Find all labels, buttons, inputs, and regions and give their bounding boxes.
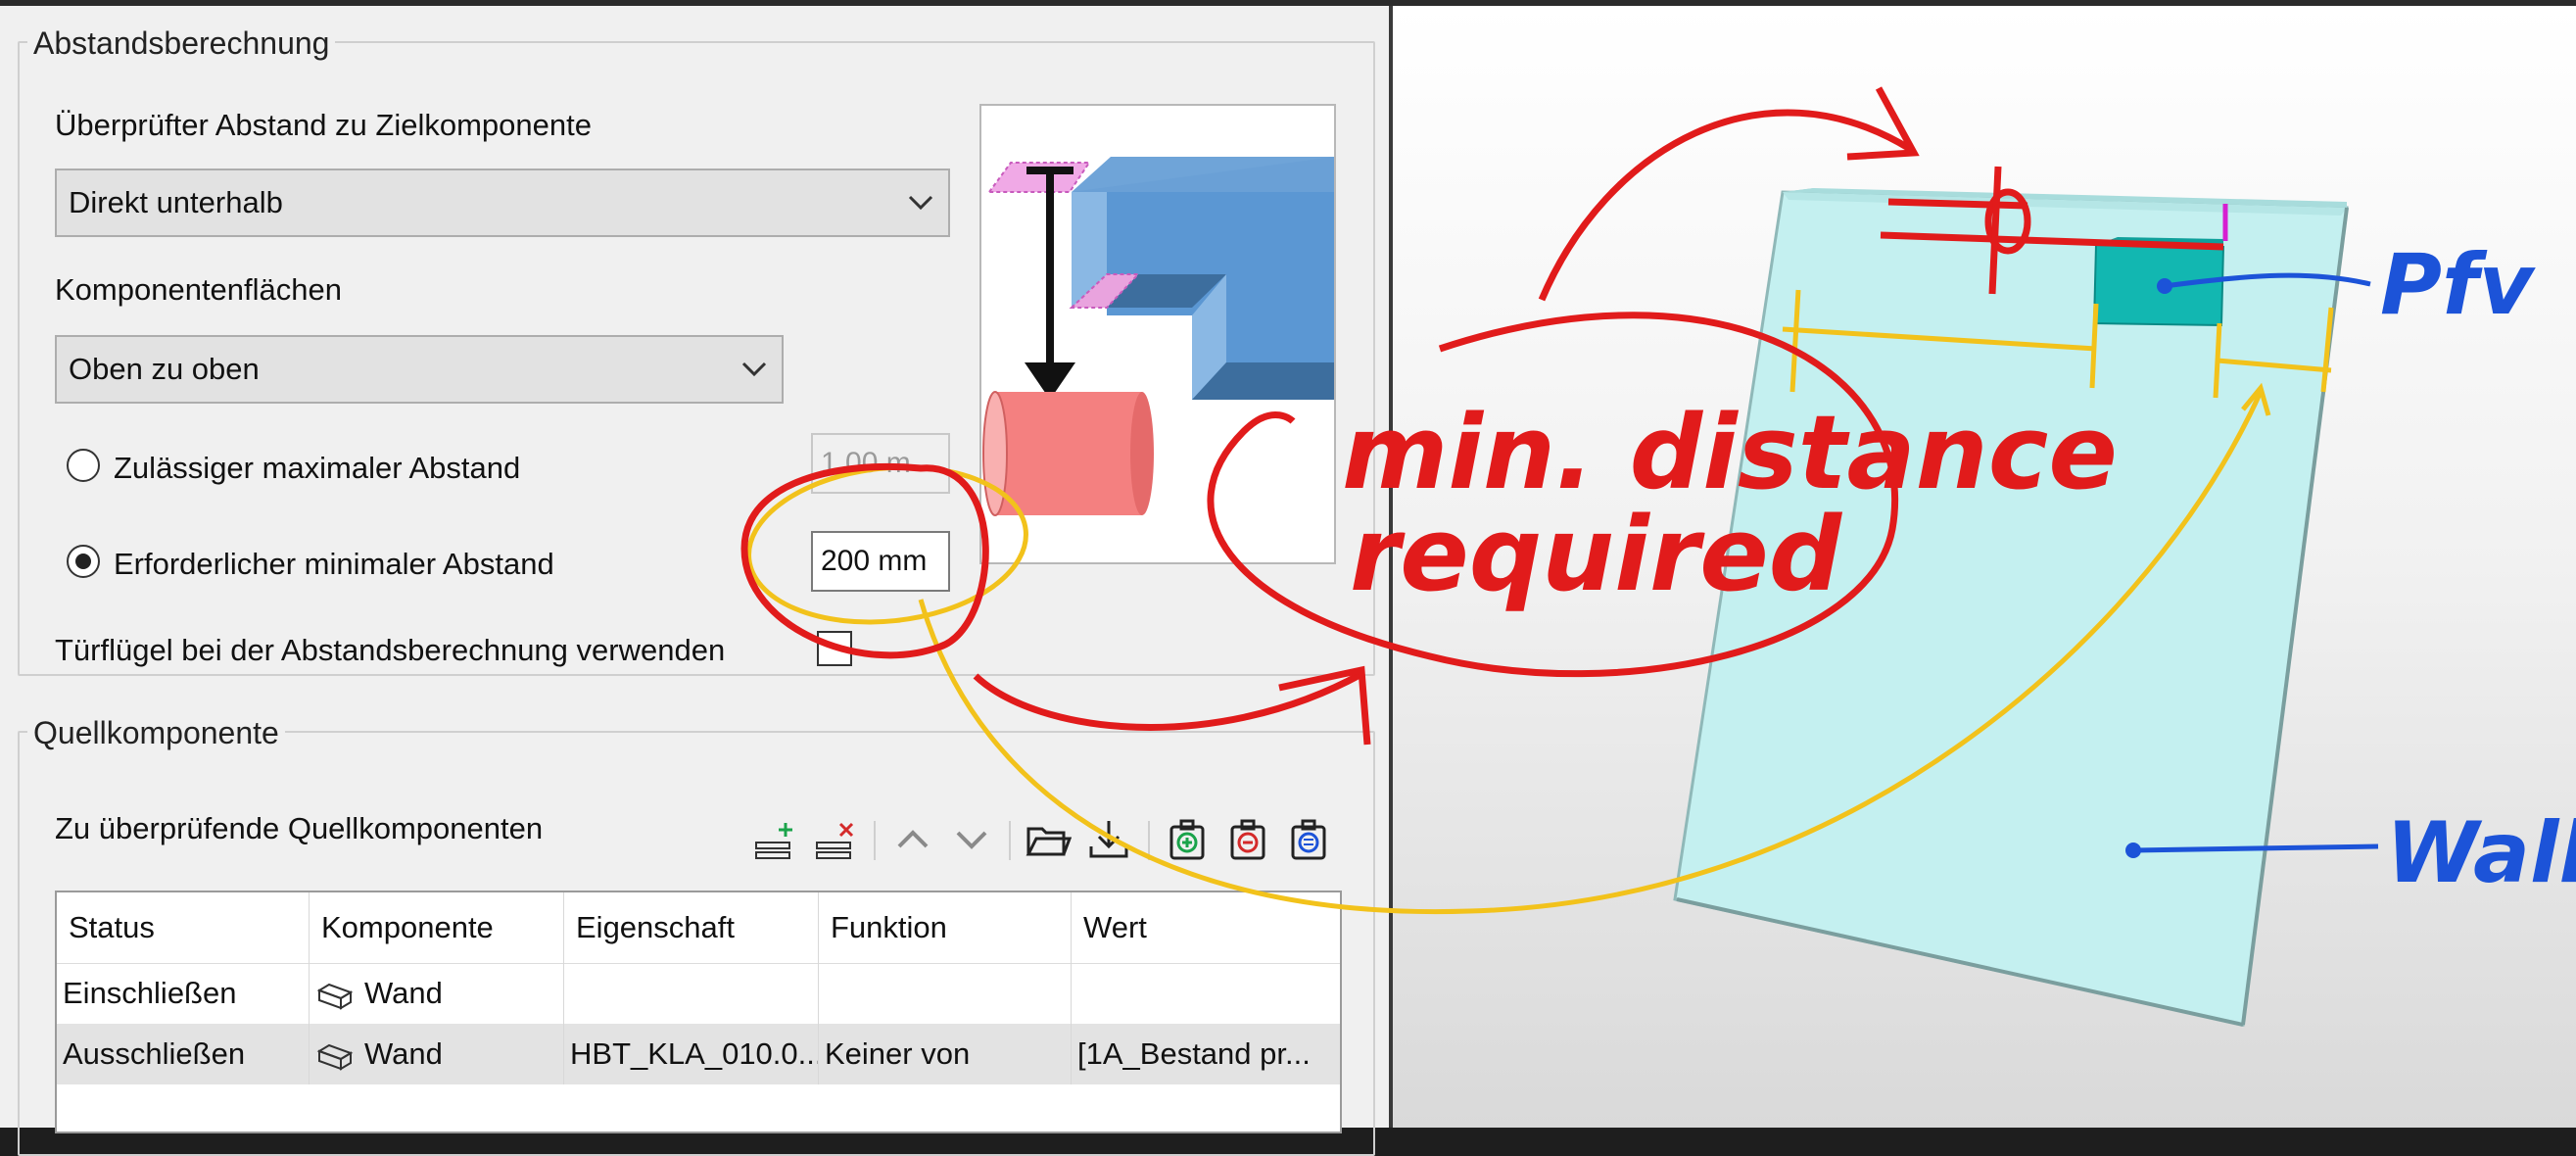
cell-value: [1A_Bestand pr... (1077, 1036, 1311, 1071)
remove-row-icon[interactable] (811, 815, 858, 862)
remove-item-icon[interactable] (1224, 815, 1271, 862)
open-folder-icon[interactable] (1025, 815, 1072, 862)
table-row[interactable]: Einschließen Wand (57, 963, 1340, 1024)
max-distance-value: 1.00 m (821, 447, 911, 479)
cell-component-label: Wand (364, 976, 443, 1010)
cell-component-label: Wand (364, 1036, 443, 1071)
cell-function: Keiner von (819, 1024, 1072, 1084)
checked-distance-select[interactable]: Direkt unterhalb (55, 169, 950, 237)
chevron-down-icon (908, 195, 933, 211)
column-header-status[interactable]: Status (57, 892, 310, 963)
cell-status: Ausschließen (57, 1024, 310, 1084)
min-distance-radio[interactable] (67, 545, 100, 578)
max-distance-label[interactable]: Zulässiger maximaler Abstand (114, 451, 520, 486)
table-header: Status Komponente Eigenschaft Funktion W… (57, 892, 1340, 964)
min-distance-field[interactable]: 200 mm (811, 531, 950, 592)
door-leaf-label: Türflügel bei der Abstandsberechnung ver… (55, 633, 726, 667)
toolbar-separator (1148, 821, 1150, 860)
max-distance-radio[interactable] (67, 449, 100, 482)
clipboard-icon[interactable] (1285, 815, 1332, 862)
max-distance-field[interactable]: 1.00 m (811, 433, 950, 494)
add-item-icon[interactable] (1164, 815, 1211, 862)
toolbar-separator (874, 821, 876, 860)
add-row-icon[interactable] (750, 815, 797, 862)
column-header-component[interactable]: Komponente (310, 892, 564, 963)
wall-3d-model (1673, 188, 2349, 1027)
source-list-label: Zu überprüfende Quellkomponenten (55, 811, 544, 845)
checked-distance-label: Überprüfter Abstand zu Zielkomponente (55, 108, 592, 142)
cell-component: Wand (310, 963, 564, 1024)
cell-property (564, 963, 819, 1024)
import-icon[interactable] (1085, 815, 1132, 862)
distance-preview-image (979, 104, 1336, 564)
cell-function (819, 963, 1072, 1024)
toolbar-separator (1009, 821, 1011, 860)
move-up-icon[interactable] (889, 815, 936, 862)
faces-value: Oben zu oben (69, 352, 260, 386)
cell-value (1072, 963, 1340, 1024)
table-row[interactable]: Ausschließen Wand HBT_KLA_010.0... Keine… (57, 1024, 1340, 1084)
min-distance-label[interactable]: Erforderlicher minimaler Abstand (114, 547, 554, 582)
cell-property: HBT_KLA_010.0... (564, 1024, 819, 1084)
source-components-table[interactable]: Status Komponente Eigenschaft Funktion W… (55, 891, 1342, 1133)
settings-panel: Abstandsberechnung Überprüfter Abstand z… (0, 6, 1389, 1156)
column-header-property[interactable]: Eigenschaft (564, 892, 819, 963)
wall-component-icon (316, 983, 354, 1010)
move-down-icon[interactable] (948, 815, 995, 862)
column-header-function[interactable]: Funktion (819, 892, 1072, 963)
3d-viewport[interactable] (1393, 6, 2576, 1128)
wall-component-icon (316, 1043, 354, 1071)
door-leaf-checkbox[interactable] (817, 631, 852, 666)
pfv-component[interactable] (2092, 243, 2225, 327)
min-distance-value: 200 mm (821, 545, 928, 577)
faces-select[interactable]: Oben zu oben (55, 335, 784, 404)
column-header-value[interactable]: Wert (1072, 892, 1340, 963)
distance-diagram-illustration (982, 157, 1334, 516)
cell-component: Wand (310, 1024, 564, 1084)
cell-status: Einschließen (57, 963, 310, 1024)
faces-label: Komponentenflächen (55, 272, 343, 307)
source-component-title: Quellkomponente (27, 715, 285, 751)
checked-distance-value: Direkt unterhalb (69, 185, 283, 219)
chevron-down-icon (741, 361, 767, 377)
distance-calculation-title: Abstandsberechnung (27, 25, 336, 62)
